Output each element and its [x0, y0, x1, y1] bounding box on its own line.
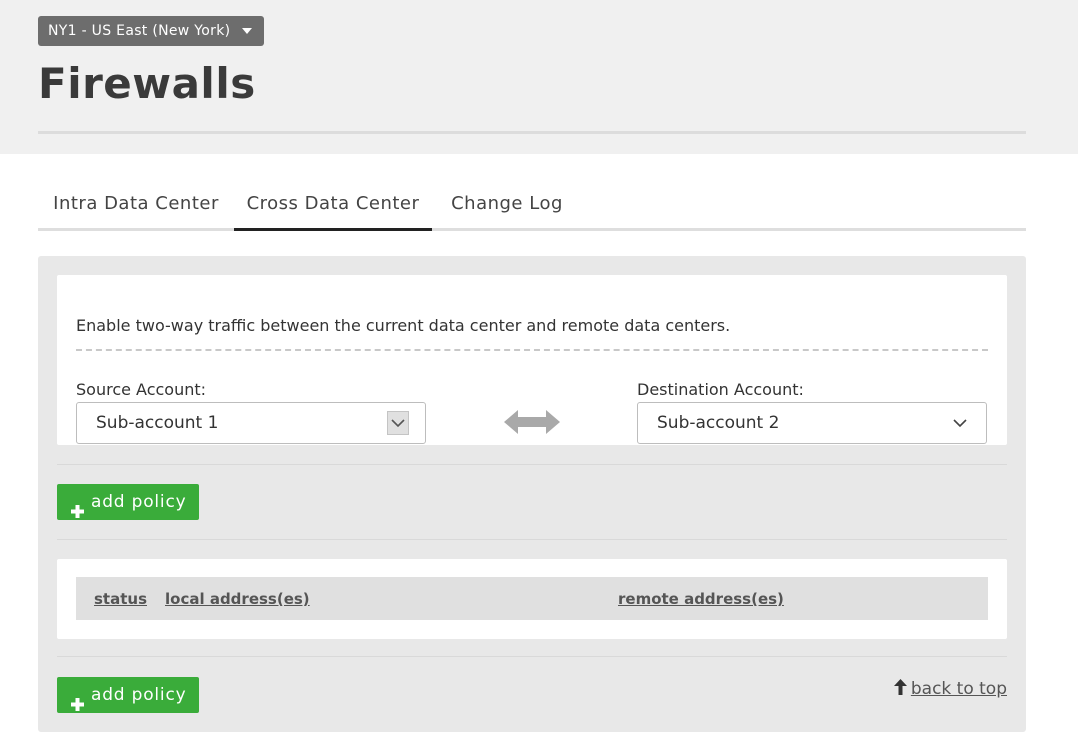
- chevron-down-icon: [387, 411, 409, 435]
- section-divider: [57, 539, 1007, 540]
- destination-account-value: Sub-account 2: [657, 413, 780, 433]
- tab-bar: Intra Data Center Cross Data Center Chan…: [38, 180, 1026, 231]
- datacenter-selector[interactable]: NY1 - US East (New York): [38, 16, 265, 46]
- column-header-local-addresses[interactable]: local address(es): [165, 577, 310, 621]
- page-header: NY1 - US East (New York) Firewalls: [0, 0, 1078, 154]
- two-way-arrow-icon: [504, 404, 560, 444]
- source-account-value: Sub-account 1: [96, 413, 219, 433]
- dashed-divider: [76, 349, 988, 351]
- source-account-select[interactable]: Sub-account 1: [76, 402, 426, 444]
- destination-account-select[interactable]: Sub-account 2: [637, 402, 987, 444]
- source-account-label: Source Account:: [76, 380, 207, 399]
- arrow-up-icon: [893, 677, 907, 703]
- add-policy-button[interactable]: add policy: [57, 677, 200, 713]
- title-divider: [38, 131, 1026, 134]
- add-policy-label: add policy: [91, 685, 187, 705]
- accounts-card: Enable two-way traffic between the curre…: [57, 275, 1007, 445]
- caret-down-icon: [242, 28, 253, 34]
- plus-icon: [71, 688, 84, 711]
- datacenter-selector-label: NY1 - US East (New York): [48, 23, 231, 39]
- policies-table-header: status local address(es) remote address(…: [76, 577, 988, 620]
- tab-cross-data-center[interactable]: Cross Data Center: [234, 180, 432, 231]
- destination-account-label: Destination Account:: [637, 380, 804, 399]
- page-title: Firewalls: [38, 59, 256, 108]
- column-header-status[interactable]: status: [94, 577, 147, 621]
- add-policy-label: add policy: [91, 492, 187, 512]
- tab-intra-data-center[interactable]: Intra Data Center: [38, 180, 234, 231]
- chevron-down-icon: [952, 417, 968, 429]
- policies-card: status local address(es) remote address(…: [57, 559, 1007, 639]
- plus-icon: [71, 495, 84, 518]
- section-divider: [57, 464, 1007, 465]
- cross-dc-panel: Enable two-way traffic between the curre…: [38, 256, 1026, 732]
- section-divider: [57, 656, 1007, 657]
- column-header-remote-addresses[interactable]: remote address(es): [618, 577, 784, 621]
- back-to-top-label: back to top: [910, 679, 1007, 699]
- add-policy-button[interactable]: add policy: [57, 484, 200, 520]
- back-to-top-link[interactable]: back to top: [893, 676, 1007, 703]
- description-text: Enable two-way traffic between the curre…: [76, 316, 731, 335]
- tab-change-log[interactable]: Change Log: [432, 180, 582, 231]
